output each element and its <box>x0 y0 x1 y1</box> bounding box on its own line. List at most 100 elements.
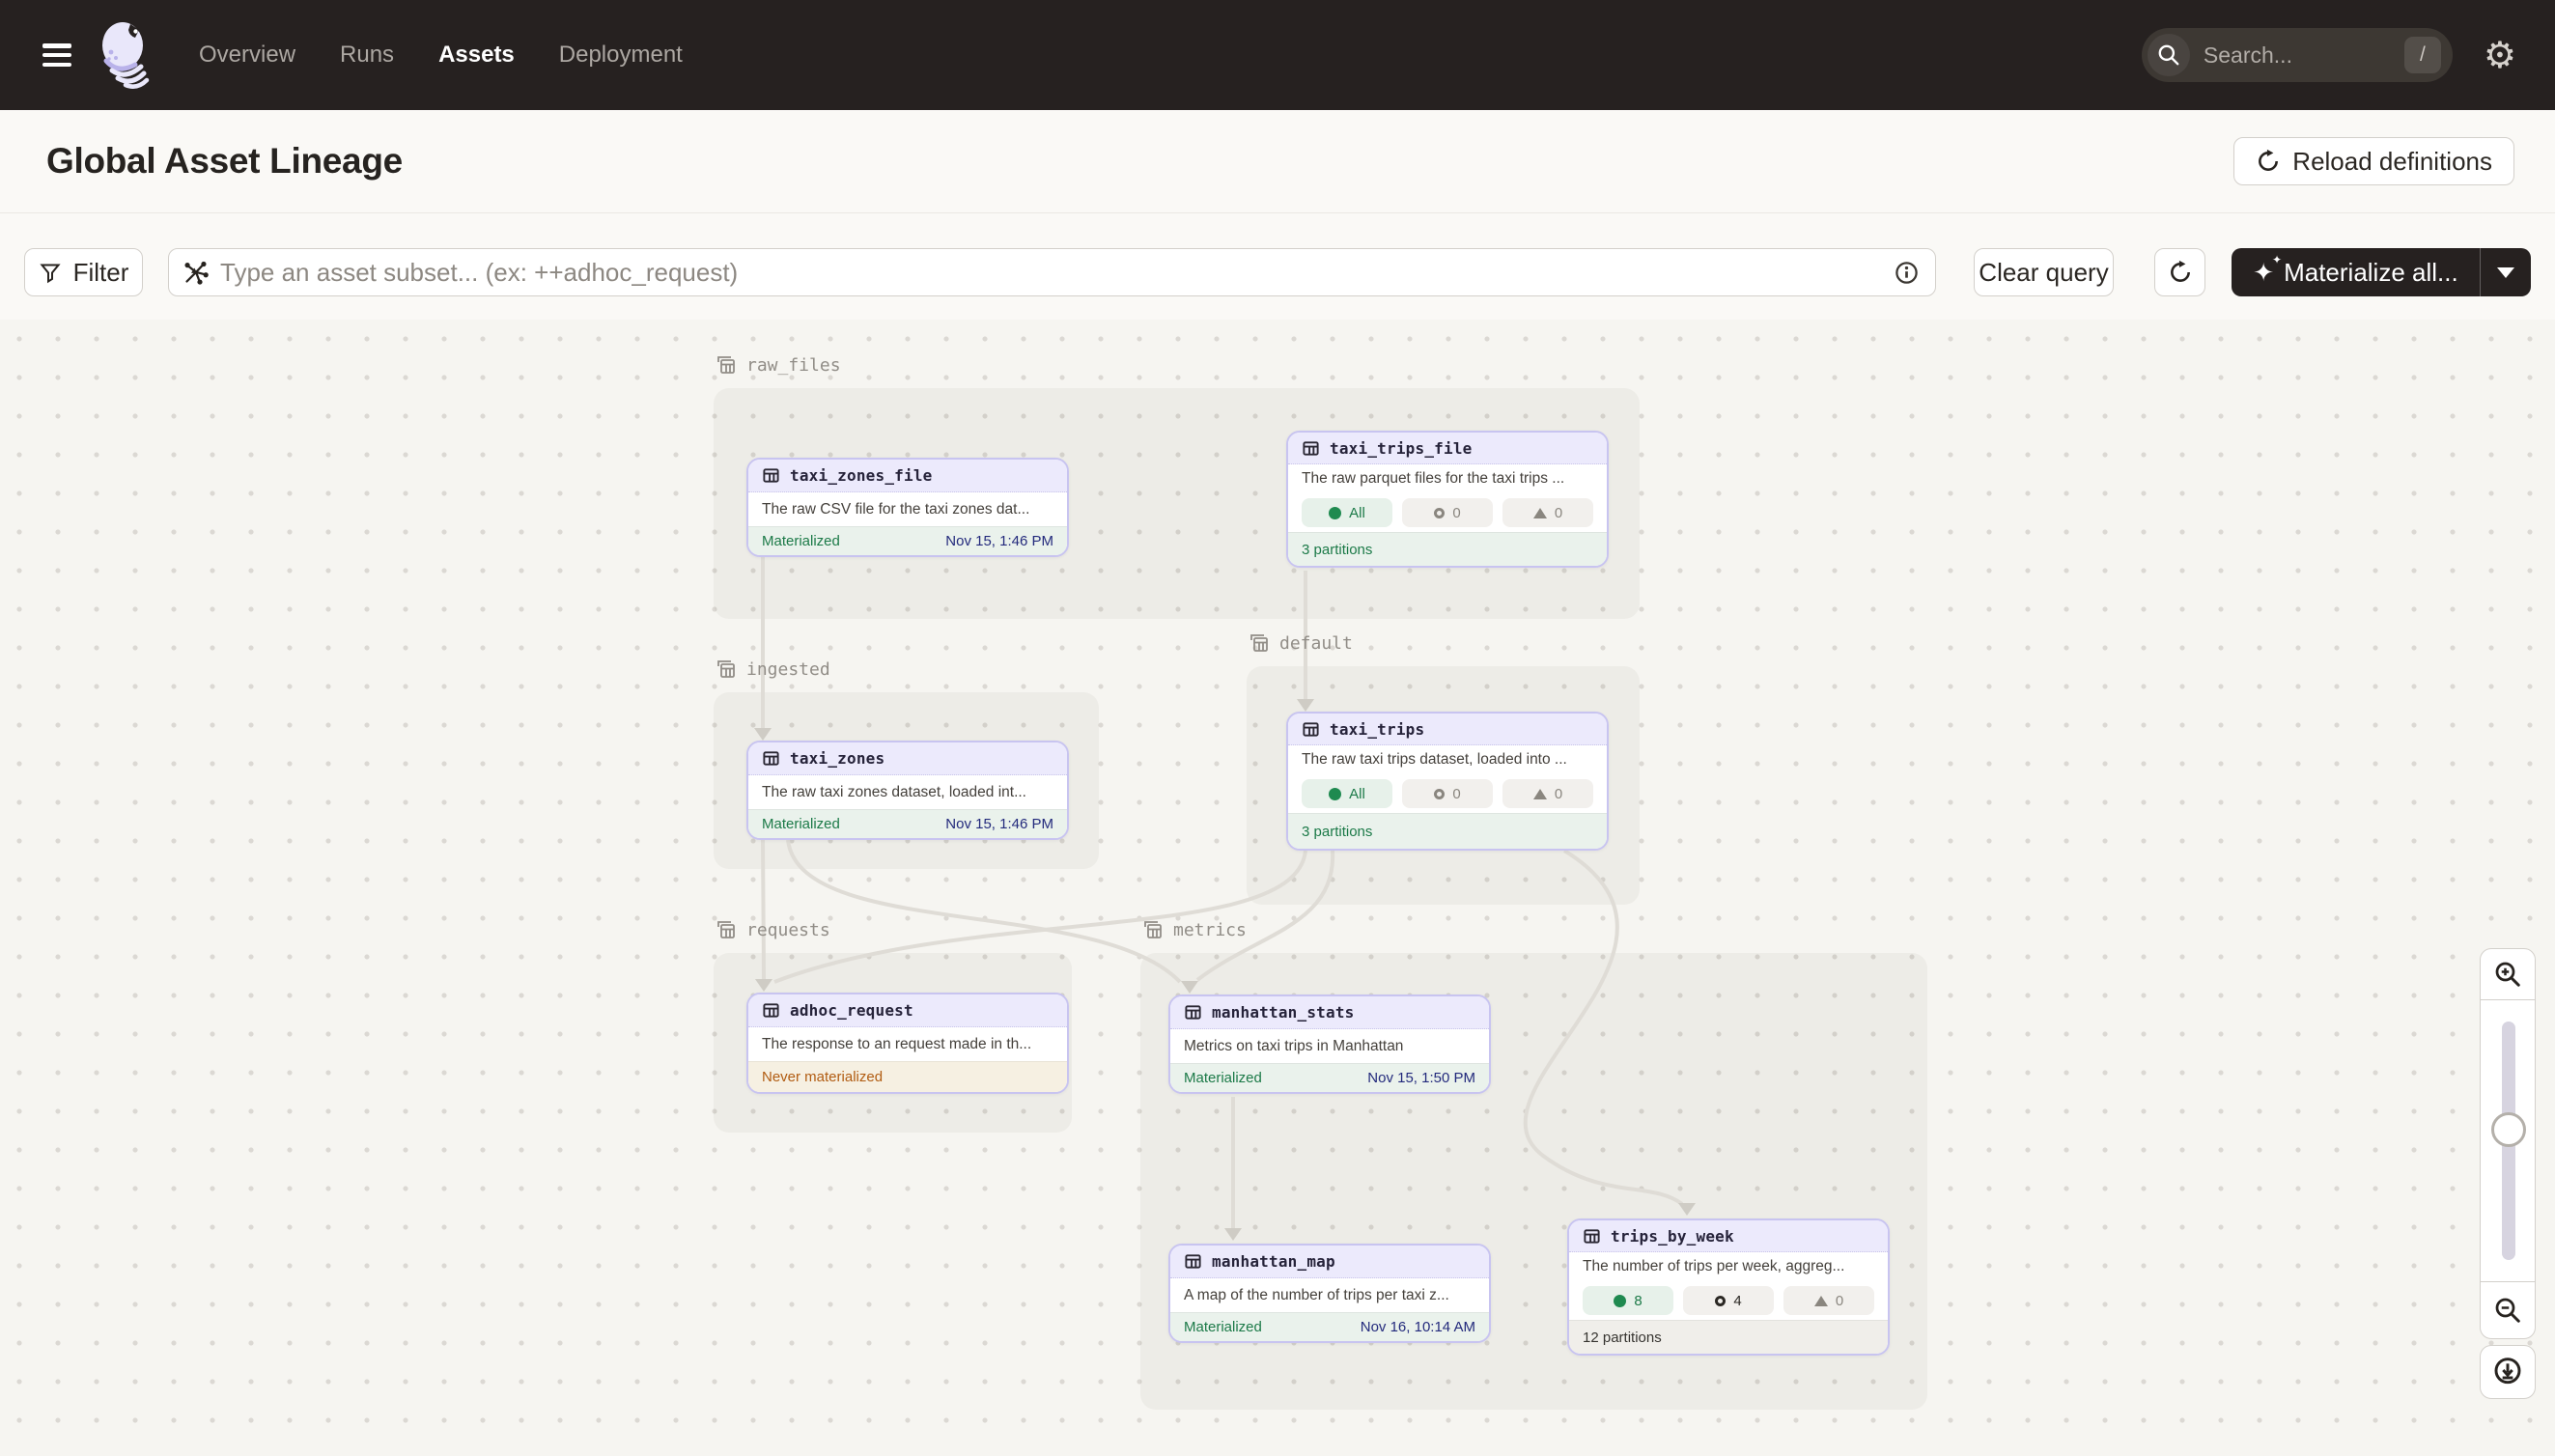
settings-gear-icon[interactable]: ⚙ <box>2484 37 2516 73</box>
table-icon <box>762 1001 780 1020</box>
asset-name: adhoc_request <box>790 1001 913 1020</box>
triangle-icon <box>1533 789 1547 799</box>
partitions-missing-pill: 0 <box>1402 498 1493 527</box>
refresh-graph-button[interactable] <box>2154 248 2205 296</box>
filter-button[interactable]: Filter <box>24 248 143 296</box>
materialization-timestamp: Nov 15, 1:46 PM <box>945 533 1053 549</box>
asset-name: manhattan_stats <box>1212 1003 1355 1022</box>
dagster-logo[interactable] <box>97 20 156 90</box>
layered-tables-icon <box>1249 632 1270 654</box>
asset-subset-query[interactable] <box>168 248 1936 296</box>
refresh-icon <box>2168 260 2193 285</box>
search-input[interactable] <box>2204 42 2404 69</box>
info-icon[interactable] <box>1894 260 1920 286</box>
partition-count: 3 partitions <box>1302 542 1372 558</box>
page-header: Global Asset Lineage Reload definitions <box>0 110 2555 213</box>
asset-name: taxi_zones_file <box>790 466 933 485</box>
table-icon <box>762 466 780 485</box>
partition-health-pills: All 0 0 <box>1288 774 1607 813</box>
asset-description: The response to an request made in th... <box>748 1027 1067 1061</box>
nav-item-overview[interactable]: Overview <box>199 42 295 69</box>
group-label-text: raw_files <box>746 355 841 376</box>
asset-node-taxi-zones[interactable]: taxi_zones The raw taxi zones dataset, l… <box>746 741 1069 840</box>
nav-item-runs[interactable]: Runs <box>340 42 394 69</box>
zoom-in-button[interactable] <box>2480 948 2536 1000</box>
ring-icon <box>1434 508 1445 518</box>
chevron-down-icon <box>2497 267 2514 278</box>
asset-name: taxi_trips <box>1330 720 1424 739</box>
filled-dot-icon <box>1614 1295 1626 1307</box>
zoom-controls <box>2480 948 2536 1339</box>
asset-selector-icon <box>182 260 209 286</box>
triangle-icon <box>1814 1296 1828 1306</box>
table-icon <box>1184 1252 1202 1271</box>
asset-node-taxi-trips-file[interactable]: taxi_trips_file The raw parquet files fo… <box>1286 431 1609 568</box>
table-icon <box>1184 1003 1202 1022</box>
partitions-missing-pill: 4 <box>1683 1286 1774 1315</box>
triangle-icon <box>1533 508 1547 518</box>
clear-query-button[interactable]: Clear query <box>1974 248 2114 296</box>
reload-definitions-button[interactable]: Reload definitions <box>2233 137 2514 185</box>
asset-node-manhattan-stats[interactable]: manhattan_stats Metrics on taxi trips in… <box>1168 994 1491 1094</box>
asset-description: The raw CSV file for the taxi zones dat.… <box>748 492 1067 526</box>
partitions-materialized-pill: All <box>1302 498 1392 527</box>
partition-count: 12 partitions <box>1583 1330 1662 1346</box>
partition-count: 3 partitions <box>1302 824 1372 840</box>
refresh-icon <box>2256 149 2281 174</box>
group-label-metrics[interactable]: metrics <box>1142 919 1247 940</box>
asset-subset-input[interactable] <box>220 258 1894 288</box>
partitions-failed-pill: 0 <box>1502 498 1593 527</box>
partitions-materialized-pill: All <box>1302 779 1392 808</box>
group-label-default[interactable]: default <box>1249 632 1353 654</box>
materialize-all-label: Materialize all... <box>2284 258 2458 288</box>
global-search[interactable]: / <box>2142 28 2453 82</box>
partitions-materialized-pill: 8 <box>1583 1286 1673 1315</box>
top-navigation-bar: Overview Runs Assets Deployment / ⚙ <box>0 0 2555 110</box>
zoom-slider[interactable] <box>2480 1000 2536 1281</box>
asset-description: A map of the number of trips per taxi z.… <box>1170 1278 1489 1312</box>
partitions-failed-pill: 0 <box>1502 779 1593 808</box>
materialize-all-button[interactable]: ✦✦ Materialize all... <box>2232 248 2531 296</box>
group-label-raw-files[interactable]: raw_files <box>716 354 841 376</box>
layered-tables-icon <box>716 658 737 680</box>
nav-item-assets[interactable]: Assets <box>438 42 515 69</box>
asset-node-adhoc-request[interactable]: adhoc_request The response to an request… <box>746 993 1069 1094</box>
funnel-icon <box>39 261 62 284</box>
asset-node-manhattan-map[interactable]: manhattan_map A map of the number of tri… <box>1168 1244 1491 1343</box>
zoom-slider-thumb[interactable] <box>2491 1112 2526 1147</box>
group-label-requests[interactable]: requests <box>716 919 830 940</box>
asset-name: taxi_zones <box>790 749 884 768</box>
status-badge: Materialized <box>762 533 840 549</box>
search-shortcut-badge: / <box>2404 37 2441 73</box>
download-image-button[interactable] <box>2480 1345 2536 1399</box>
primary-nav: Overview Runs Assets Deployment <box>199 42 683 69</box>
materialize-options-caret[interactable] <box>2481 248 2531 296</box>
group-label-ingested[interactable]: ingested <box>716 658 830 680</box>
asset-node-taxi-trips[interactable]: taxi_trips The raw taxi trips dataset, l… <box>1286 712 1609 851</box>
hamburger-menu-icon[interactable] <box>42 43 71 67</box>
asset-node-taxi-zones-file[interactable]: taxi_zones_file The raw CSV file for the… <box>746 458 1069 557</box>
asset-name: trips_by_week <box>1611 1227 1734 1246</box>
zoom-out-button[interactable] <box>2480 1281 2536 1339</box>
ring-icon <box>1434 789 1445 799</box>
asset-node-trips-by-week[interactable]: trips_by_week The number of trips per we… <box>1567 1218 1890 1356</box>
magnifier-minus-icon <box>2493 1296 2522 1325</box>
status-badge: Materialized <box>1184 1319 1262 1335</box>
asset-description: The raw parquet files for the taxi trips… <box>1288 464 1607 493</box>
partition-health-pills: 8 4 0 <box>1569 1281 1888 1320</box>
status-badge: Materialized <box>1184 1070 1262 1086</box>
materialization-timestamp: Nov 16, 10:14 AM <box>1361 1319 1475 1335</box>
magnifier-plus-icon <box>2493 960 2522 989</box>
nav-item-deployment[interactable]: Deployment <box>559 42 683 69</box>
asset-name: taxi_trips_file <box>1330 439 1473 458</box>
filter-label: Filter <box>73 258 129 288</box>
layered-tables-icon <box>716 354 737 376</box>
asset-lineage-canvas[interactable]: raw_files ingested default requests <box>0 320 2555 1456</box>
table-icon <box>1302 439 1320 458</box>
table-icon <box>762 749 780 768</box>
filled-dot-icon <box>1329 507 1341 519</box>
group-label-text: requests <box>746 920 830 940</box>
partition-health-pills: All 0 0 <box>1288 493 1607 532</box>
asset-name: manhattan_map <box>1212 1252 1335 1271</box>
download-icon <box>2492 1357 2523 1387</box>
